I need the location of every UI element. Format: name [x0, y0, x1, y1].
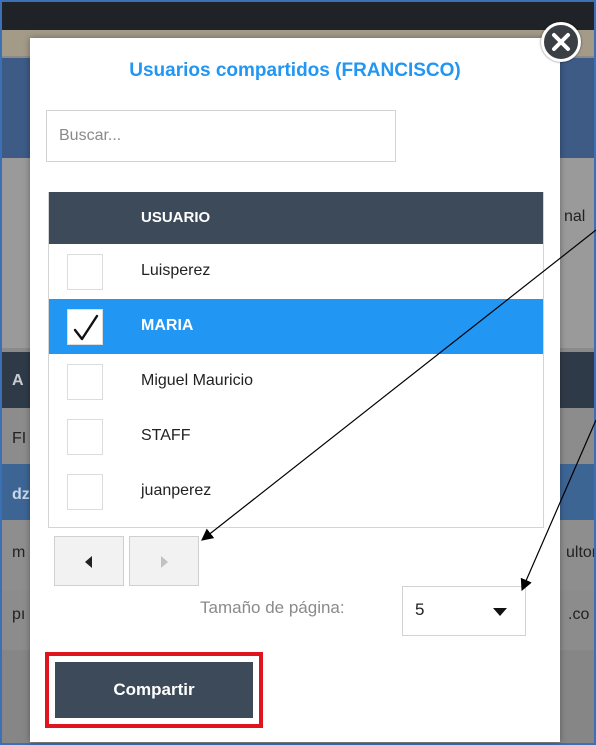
background-text: m	[12, 544, 26, 561]
background-text: dz	[12, 486, 30, 503]
search-input[interactable]	[46, 110, 396, 162]
table-row[interactable]: Luisperez	[49, 244, 543, 299]
background-text: FI	[12, 430, 27, 447]
table-row[interactable]: STAFF	[49, 409, 543, 464]
background-text: .co	[568, 606, 590, 623]
background-text: pı	[12, 606, 26, 623]
row-label: Luisperez	[141, 262, 211, 279]
background-text: nal	[564, 208, 586, 225]
share-button[interactable]: Compartir	[55, 662, 253, 718]
background-topbar	[2, 2, 594, 30]
row-checkbox[interactable]	[67, 254, 103, 290]
checkmark-icon	[73, 314, 99, 341]
users-grid: USUARIO Luisperez MARIA Miguel Mauricio …	[48, 192, 544, 528]
row-label: Miguel Mauricio	[141, 372, 254, 389]
grid-header: USUARIO	[49, 192, 543, 244]
close-icon	[552, 33, 570, 51]
share-button-highlight: Compartir	[45, 652, 263, 728]
table-row-selected[interactable]: MARIA	[49, 299, 543, 354]
background-text: ultor	[566, 544, 596, 561]
row-checkbox-checked[interactable]	[67, 309, 103, 345]
triangle-right-icon	[161, 556, 168, 568]
row-label: STAFF	[141, 427, 191, 444]
dialog-title: Usuarios compartidos (FRANCISCO)	[129, 60, 461, 81]
row-label: MARIA	[141, 317, 194, 334]
page-size-label: Tamaño de página:	[200, 598, 345, 617]
previous-page-button[interactable]	[54, 536, 124, 586]
row-checkbox[interactable]	[67, 419, 103, 455]
table-row[interactable]: juanperez	[49, 464, 543, 519]
close-button[interactable]	[541, 22, 581, 62]
background-text: A	[12, 372, 24, 389]
row-label: juanperez	[141, 482, 212, 499]
page-size-value: 5	[415, 600, 425, 619]
row-checkbox[interactable]	[67, 364, 103, 400]
share-users-dialog: Usuarios compartidos (FRANCISCO) USUARIO…	[30, 38, 560, 742]
caret-down-icon	[493, 608, 507, 616]
column-header-usuario[interactable]: USUARIO	[141, 209, 210, 226]
table-row[interactable]: Miguel Mauricio	[49, 354, 543, 409]
row-checkbox[interactable]	[67, 474, 103, 510]
page-size-select[interactable]: 5	[402, 586, 526, 636]
triangle-left-icon	[85, 556, 92, 568]
next-page-button[interactable]	[129, 536, 199, 586]
